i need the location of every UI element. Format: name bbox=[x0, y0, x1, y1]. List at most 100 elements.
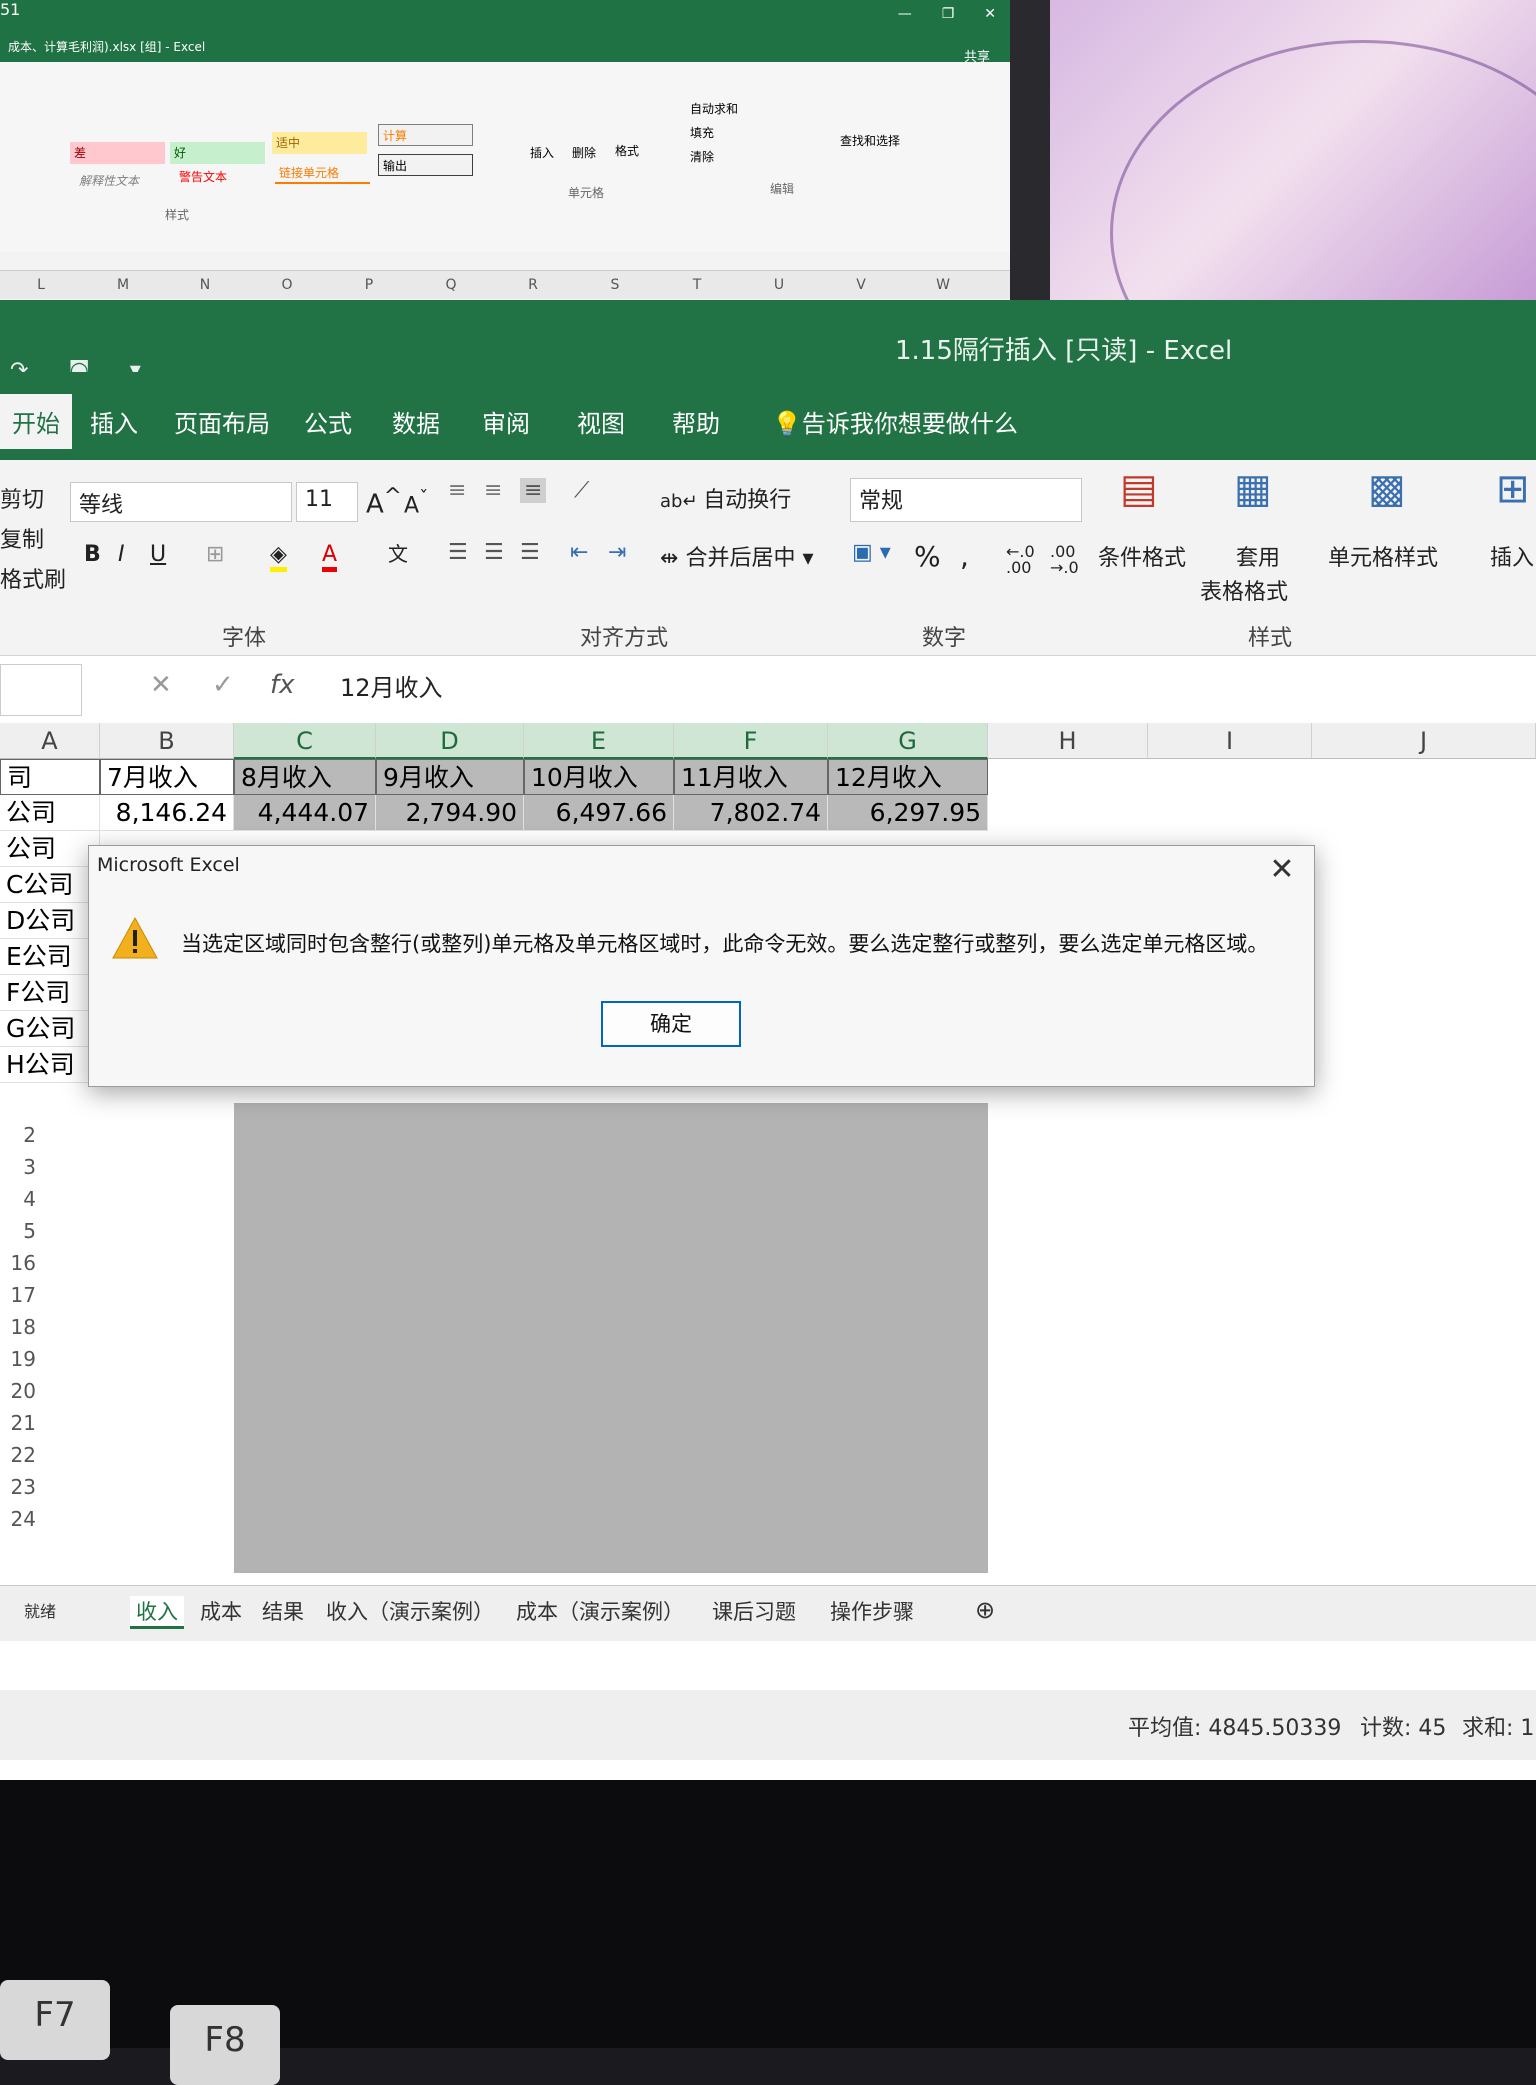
font-size-select[interactable]: 11 bbox=[296, 482, 358, 522]
column-header[interactable]: S bbox=[574, 271, 656, 299]
key-f7[interactable]: F7 bbox=[0, 1980, 110, 2060]
sheet-tab[interactable]: 成本 bbox=[200, 1596, 242, 1626]
tell-me-search[interactable]: 💡告诉我你想要做什么 bbox=[760, 394, 1030, 449]
bg-insert[interactable]: 插入 bbox=[530, 144, 554, 161]
close-icon[interactable]: ✕ bbox=[984, 6, 996, 22]
key-f8[interactable]: F8 bbox=[170, 2005, 280, 2085]
insert-cells-button[interactable]: 插入 bbox=[1490, 540, 1534, 572]
restore-icon[interactable]: ❐ bbox=[942, 6, 955, 22]
fill-color-icon[interactable]: ◈ bbox=[270, 542, 287, 572]
orientation-icon[interactable]: ⟋ bbox=[574, 478, 589, 503]
percent-icon[interactable]: % bbox=[914, 540, 941, 573]
style-calc[interactable]: 计算 bbox=[378, 124, 473, 146]
sheet-tab[interactable]: 收入 bbox=[130, 1596, 184, 1629]
formula-input[interactable]: 12月收入 bbox=[340, 668, 443, 703]
font-name-select[interactable]: 等线 bbox=[70, 482, 292, 522]
align-center-icon[interactable]: ☰ bbox=[484, 540, 504, 565]
style-good[interactable]: 好 bbox=[170, 142, 265, 164]
bg-clear[interactable]: 清除 bbox=[690, 148, 714, 165]
align-bottom-icon[interactable]: ≡ bbox=[520, 478, 547, 503]
align-left-icon[interactable]: ☰ bbox=[448, 540, 468, 565]
sheet-tab[interactable]: 成本（演示案例） bbox=[516, 1596, 684, 1626]
bold-icon[interactable]: B bbox=[84, 542, 101, 567]
sheet-tab[interactable]: 课后习题 bbox=[712, 1596, 796, 1626]
accounting-format-icon[interactable]: ▣ ▾ bbox=[852, 540, 891, 565]
column-header-h[interactable]: H bbox=[988, 723, 1148, 759]
underline-icon[interactable]: U bbox=[150, 542, 166, 567]
header-cell[interactable]: 司 bbox=[0, 759, 100, 795]
tab-page-layout[interactable]: 页面布局 bbox=[162, 394, 282, 449]
style-link[interactable]: 链接单元格 bbox=[275, 162, 370, 184]
row-header[interactable]: 23 bbox=[0, 1475, 40, 1507]
header-cell[interactable]: 8月收入 bbox=[234, 759, 376, 795]
column-header[interactable]: V bbox=[820, 271, 902, 299]
font-color-icon[interactable]: A bbox=[322, 542, 338, 572]
row-header[interactable]: 19 bbox=[0, 1347, 40, 1379]
border-icon[interactable]: ⊞ bbox=[206, 542, 224, 567]
grow-font-icon[interactable]: A^ bbox=[366, 484, 402, 520]
value-cell[interactable]: 7,802.74 bbox=[674, 795, 828, 831]
italic-icon[interactable]: I bbox=[118, 542, 125, 567]
company-cell[interactable]: 公司 bbox=[0, 795, 100, 831]
bg-fill[interactable]: 填充 bbox=[690, 124, 714, 141]
tab-help[interactable]: 帮助 bbox=[660, 394, 732, 449]
tab-insert[interactable]: 插入 bbox=[78, 394, 150, 449]
column-header[interactable]: P bbox=[328, 271, 410, 299]
tab-view[interactable]: 视图 bbox=[565, 394, 637, 449]
conditional-format-button[interactable]: 条件格式 bbox=[1098, 540, 1186, 572]
company-cell[interactable]: C公司 bbox=[0, 867, 100, 903]
ok-button[interactable]: 确定 bbox=[601, 1001, 741, 1047]
style-neutral[interactable]: 适中 bbox=[272, 132, 367, 154]
company-cell[interactable]: 公司 bbox=[0, 831, 100, 867]
number-format-select[interactable]: 常规 bbox=[850, 478, 1082, 522]
row-header[interactable]: 18 bbox=[0, 1315, 40, 1347]
column-header-a[interactable]: A bbox=[0, 723, 100, 759]
cancel-icon[interactable]: ✕ bbox=[150, 670, 172, 700]
header-cell[interactable]: 10月收入 bbox=[524, 759, 674, 795]
tab-review[interactable]: 审阅 bbox=[470, 394, 542, 449]
style-output[interactable]: 输出 bbox=[378, 154, 473, 176]
column-header[interactable]: L bbox=[0, 271, 82, 299]
fx-icon[interactable]: fx bbox=[270, 670, 295, 700]
value-cell[interactable]: 4,444.07 bbox=[234, 795, 376, 831]
style-bad[interactable]: 差 bbox=[70, 142, 165, 164]
column-header[interactable]: W bbox=[902, 271, 984, 299]
column-header-g[interactable]: G bbox=[828, 723, 988, 759]
table-format-label-2[interactable]: 表格格式 bbox=[1200, 574, 1288, 606]
shrink-font-icon[interactable]: Aˇ bbox=[404, 488, 428, 518]
row-header[interactable]: 5 bbox=[0, 1219, 40, 1251]
header-cell[interactable]: 12月收入 bbox=[828, 759, 988, 795]
column-header[interactable]: R bbox=[492, 271, 574, 299]
cut-button[interactable]: 剪切 bbox=[0, 482, 44, 514]
bg-format[interactable]: 格式 bbox=[615, 142, 639, 159]
row-header[interactable]: 16 bbox=[0, 1251, 40, 1283]
value-cell[interactable]: 6,297.95 bbox=[828, 795, 988, 831]
bg-autosum[interactable]: 自动求和 bbox=[690, 100, 738, 117]
increase-indent-icon[interactable]: ⇥ bbox=[608, 540, 626, 565]
table-format-label-1[interactable]: 套用 bbox=[1236, 540, 1280, 572]
minimize-icon[interactable]: — bbox=[898, 6, 912, 22]
increase-decimal-icon[interactable]: ←.0.00 bbox=[1006, 544, 1035, 576]
add-sheet-icon[interactable]: ⊕ bbox=[975, 1596, 995, 1624]
row-header[interactable]: 24 bbox=[0, 1507, 40, 1539]
cell-style-button[interactable]: 单元格样式 bbox=[1328, 540, 1438, 572]
row-header[interactable]: 4 bbox=[0, 1187, 40, 1219]
column-header-c[interactable]: C bbox=[234, 723, 376, 759]
company-cell[interactable]: H公司 bbox=[0, 1047, 100, 1083]
merge-center-button[interactable]: ⇹ 合并后居中 ▾ bbox=[660, 540, 814, 572]
close-icon[interactable]: ✕ bbox=[1262, 852, 1302, 888]
column-header-f[interactable]: F bbox=[674, 723, 828, 759]
column-header[interactable]: N bbox=[164, 271, 246, 299]
column-header[interactable]: T bbox=[656, 271, 738, 299]
align-right-icon[interactable]: ☰ bbox=[520, 540, 540, 565]
tab-data[interactable]: 数据 bbox=[380, 394, 452, 449]
align-top-icon[interactable]: ≡ bbox=[448, 478, 466, 503]
enter-icon[interactable]: ✓ bbox=[212, 670, 234, 700]
copy-button[interactable]: 复制 bbox=[0, 522, 44, 554]
bg-delete[interactable]: 删除 bbox=[572, 144, 596, 161]
decrease-indent-icon[interactable]: ⇤ bbox=[570, 540, 588, 565]
tab-home[interactable]: 开始 bbox=[0, 394, 72, 449]
phonetic-icon[interactable]: 文 bbox=[388, 538, 408, 567]
company-cell[interactable]: E公司 bbox=[0, 939, 100, 975]
row-header[interactable]: 2 bbox=[0, 1123, 40, 1155]
